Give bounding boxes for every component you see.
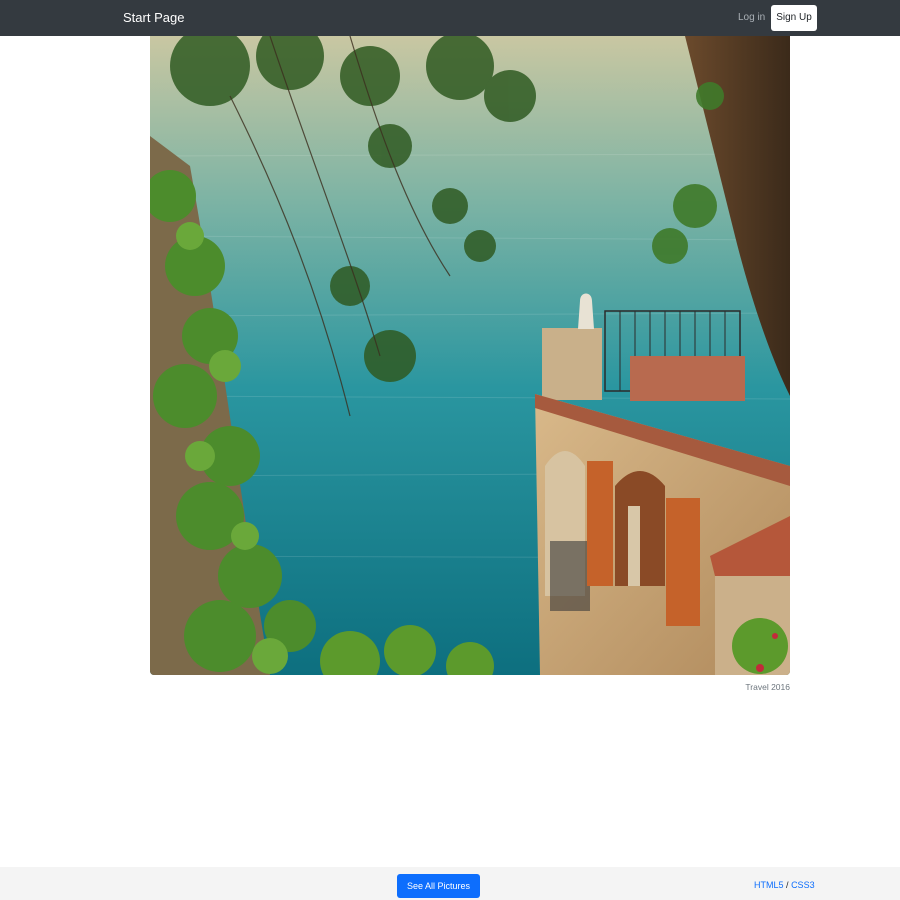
brand-link[interactable]: Start Page [123,0,184,36]
photo-caption: Travel 2016 [745,682,790,692]
tech-separator: / [786,880,789,890]
signup-button[interactable]: Sign Up [771,5,817,31]
see-all-pictures-button[interactable]: See All Pictures [397,874,480,898]
seaside-villa-image [150,36,790,675]
top-navbar: Start Page Log in Sign Up [0,0,900,36]
html5-link[interactable]: HTML5 [754,880,784,890]
login-link[interactable]: Log in [738,0,765,36]
css3-link[interactable]: CSS3 [791,880,815,890]
hero-photo [150,36,790,675]
tech-links: HTML5 / CSS3 [754,880,815,890]
